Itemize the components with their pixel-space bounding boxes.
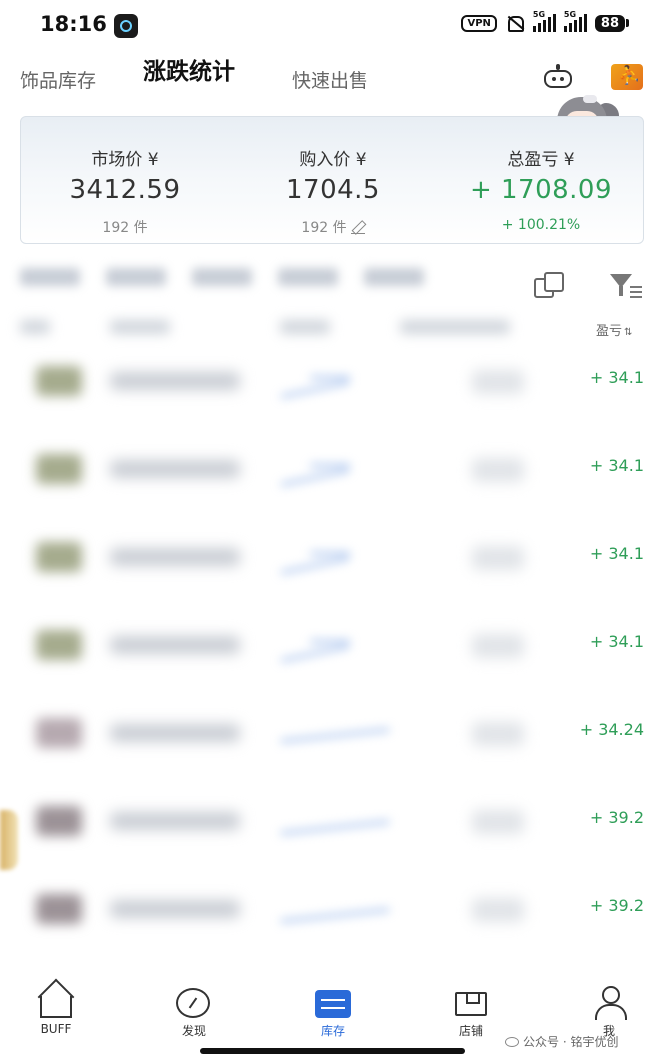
- item-qty-blurred: [472, 546, 524, 570]
- transfer-icon[interactable]: [534, 272, 566, 300]
- status-bar: 18:16 VPN 5G 5G 88: [0, 0, 665, 50]
- item-name-blurred: [110, 900, 240, 918]
- inventory-icon: [315, 990, 351, 1018]
- item-thumbnail: [36, 454, 82, 484]
- filter-icon[interactable]: [610, 274, 642, 300]
- item-qty-blurred: [472, 634, 524, 658]
- nav-shop[interactable]: 店铺: [431, 984, 511, 1044]
- game-icon[interactable]: [611, 64, 643, 90]
- price-trend-sparkline: [260, 358, 390, 406]
- home-indicator[interactable]: [200, 1048, 465, 1054]
- filter-chips-blurred: [20, 268, 520, 298]
- item-qty-blurred: [472, 458, 524, 482]
- item-thumbnail: [36, 630, 82, 660]
- item-thumbnail: [36, 366, 82, 396]
- person-icon: [595, 986, 627, 1020]
- purchase-price-count-row[interactable]: 192 件: [229, 217, 437, 237]
- item-qty-blurred: [472, 898, 524, 922]
- item-name-blurred: [110, 460, 240, 478]
- list-item[interactable]: + 34.1: [20, 434, 644, 506]
- profit-sort-header[interactable]: 盈亏 ⇅: [596, 320, 632, 339]
- price-trend-sparkline: [260, 798, 390, 846]
- signal-icon-1: 5G: [532, 10, 556, 32]
- wechat-icon: [505, 1037, 519, 1047]
- nav-inventory[interactable]: 库存: [293, 984, 373, 1044]
- item-name-blurred: [110, 372, 240, 390]
- market-price-count: 192 件: [102, 220, 148, 236]
- mute-icon: [505, 14, 525, 32]
- list-item[interactable]: + 34.1: [20, 610, 644, 682]
- home-icon: [40, 996, 72, 1018]
- vpn-badge: VPN: [461, 14, 497, 32]
- battery-icon: 88: [594, 14, 629, 32]
- list-item[interactable]: + 39.2: [20, 786, 644, 858]
- list-item[interactable]: + 34.1: [20, 522, 644, 594]
- sort-arrows-icon: ⇅: [624, 327, 633, 338]
- price-trend-sparkline: [260, 710, 390, 758]
- nav-shop-label: 店铺: [458, 1024, 483, 1038]
- compass-icon: [176, 988, 210, 1018]
- floating-side-tab[interactable]: [0, 810, 18, 870]
- summary-card: 市场价 ¥ 3412.59 192 件 购入价 ¥ 1704.5 192 件 总…: [20, 116, 644, 244]
- total-profit-label: 总盈亏 ¥: [507, 150, 575, 170]
- item-qty-blurred: [472, 370, 524, 394]
- column-headers-blurred: [20, 316, 580, 340]
- total-profit-block: 总盈亏 ¥ + 1708.09 + 100.21%: [437, 117, 645, 245]
- purchase-price-count: 192 件: [301, 220, 347, 236]
- item-thumbnail: [36, 894, 82, 924]
- profit-sort-label: 盈亏: [596, 324, 623, 339]
- nav-buff[interactable]: BUFF: [16, 984, 96, 1044]
- tab-inventory[interactable]: 饰品库存: [20, 66, 96, 93]
- item-qty-blurred: [472, 722, 524, 746]
- status-indicators: VPN 5G 5G 88: [461, 10, 629, 32]
- item-thumbnail: [36, 806, 82, 836]
- item-profit: + 39.2: [589, 808, 644, 827]
- status-time: 18:16: [40, 12, 107, 36]
- nav-inventory-label: 库存: [320, 1024, 345, 1038]
- item-thumbnail: [36, 718, 82, 748]
- watermark: 公众号 · 铭宇优创: [505, 1033, 618, 1050]
- item-profit: + 34.1: [589, 368, 644, 387]
- list-item[interactable]: + 34.1: [20, 346, 644, 418]
- market-price-value: 3412.59: [69, 175, 181, 205]
- item-profit: + 34.1: [589, 632, 644, 651]
- item-qty-blurred: [472, 810, 524, 834]
- item-thumbnail: [36, 542, 82, 572]
- total-profit-value: + 1708.09: [469, 175, 613, 205]
- price-trend-sparkline: [260, 886, 390, 934]
- list-item[interactable]: + 39.2: [20, 874, 644, 946]
- total-profit-percent: + 100.21%: [501, 217, 581, 233]
- signal-icon-2: 5G: [563, 10, 587, 32]
- tab-price-stats[interactable]: 涨跌统计: [143, 52, 235, 86]
- app-notification-icon: [114, 14, 138, 38]
- item-profit: + 39.2: [589, 896, 644, 915]
- market-price-block: 市场价 ¥ 3412.59 192 件: [21, 117, 229, 245]
- robot-icon[interactable]: [541, 64, 575, 90]
- item-profit: + 34.1: [589, 456, 644, 475]
- item-name-blurred: [110, 548, 240, 566]
- nav-discover[interactable]: 发现: [154, 984, 234, 1044]
- item-name-blurred: [110, 812, 240, 830]
- list-item[interactable]: + 34.24: [20, 698, 644, 770]
- item-profit: + 34.24: [579, 720, 644, 739]
- price-trend-sparkline: [260, 534, 390, 582]
- watermark-text: 公众号 · 铭宇优创: [523, 1035, 619, 1049]
- price-trend-sparkline: [260, 622, 390, 670]
- edit-icon[interactable]: [350, 220, 365, 234]
- item-profit: + 34.1: [589, 544, 644, 563]
- purchase-price-block: 购入价 ¥ 1704.5 192 件: [229, 117, 437, 245]
- market-price-label: 市场价 ¥: [91, 150, 159, 170]
- nav-buff-label: BUFF: [40, 1022, 72, 1036]
- purchase-price-label: 购入价 ¥: [299, 150, 367, 170]
- purchase-price-value: 1704.5: [286, 175, 380, 205]
- price-trend-sparkline: [260, 446, 390, 494]
- item-name-blurred: [110, 724, 240, 742]
- tab-quick-sell[interactable]: 快速出售: [292, 66, 368, 93]
- battery-level: 88: [594, 14, 625, 32]
- shop-icon: [455, 992, 487, 1016]
- item-name-blurred: [110, 636, 240, 654]
- nav-discover-label: 发现: [181, 1024, 206, 1038]
